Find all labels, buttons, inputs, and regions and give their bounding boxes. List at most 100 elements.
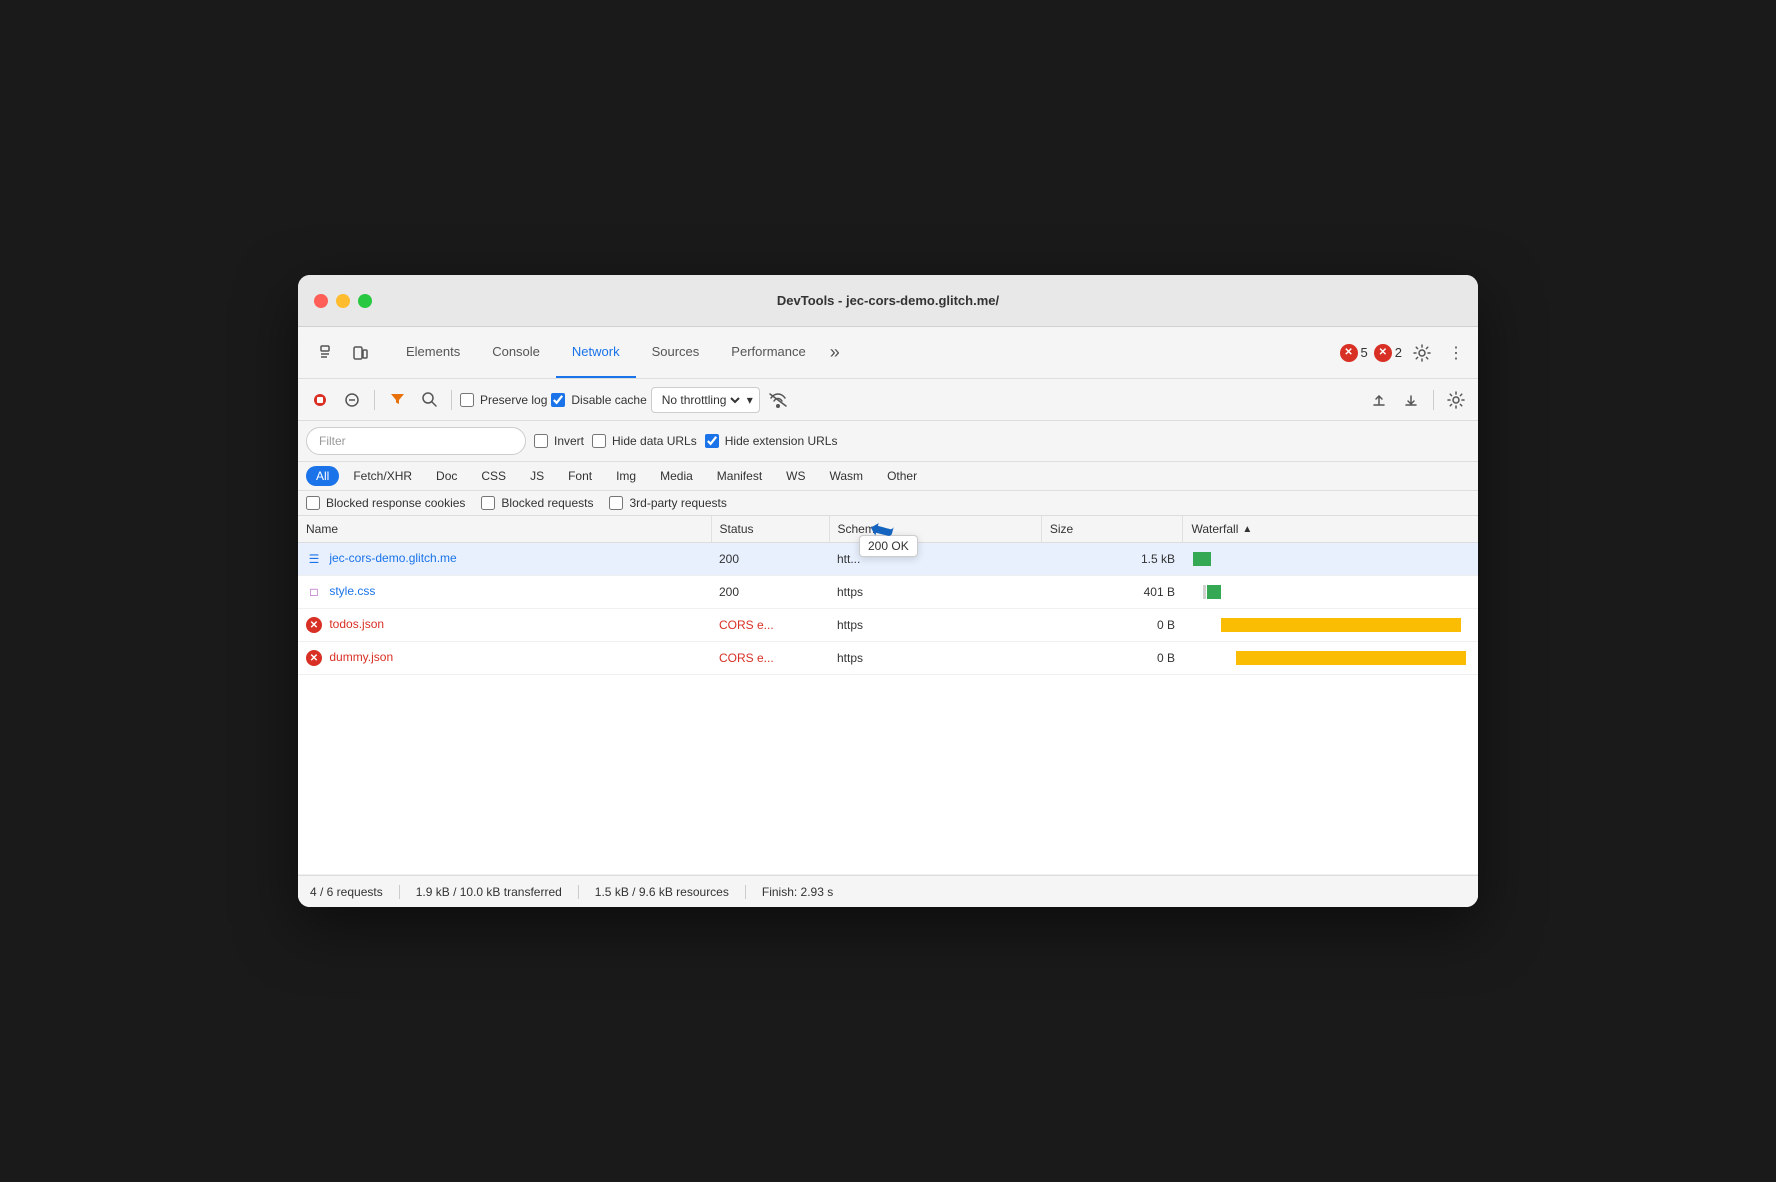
row-2-name[interactable]: □ style.css bbox=[298, 576, 711, 609]
tab-performance[interactable]: Performance bbox=[715, 327, 821, 378]
type-filter-font[interactable]: Font bbox=[558, 466, 602, 486]
clear-button[interactable] bbox=[338, 386, 366, 414]
empty-space bbox=[298, 675, 1478, 875]
wf-bar-yellow-4 bbox=[1236, 651, 1466, 665]
wf-bar-yellow-3 bbox=[1221, 618, 1461, 632]
row-4-name[interactable]: ✕ dummy.json bbox=[298, 642, 711, 675]
hide-extension-urls-label[interactable]: Hide extension URLs bbox=[705, 434, 838, 448]
titlebar: DevTools - jec-cors-demo.glitch.me/ bbox=[298, 275, 1478, 327]
tab-network[interactable]: Network bbox=[556, 327, 636, 378]
settings-toolbar-button[interactable] bbox=[1442, 386, 1470, 414]
throttle-select[interactable]: No throttling Fast 3G Slow 3G ▾ bbox=[651, 387, 760, 413]
type-filter-all[interactable]: All bbox=[306, 466, 339, 486]
fullscreen-button[interactable] bbox=[358, 294, 372, 308]
preserve-log-label[interactable]: Preserve log bbox=[460, 393, 547, 407]
toolbar-divider-2 bbox=[451, 390, 452, 410]
type-filter-js[interactable]: JS bbox=[520, 466, 554, 486]
table-row[interactable]: ☰ jec-cors-demo.glitch.me 200 htt... 200… bbox=[298, 543, 1478, 576]
hide-data-urls-label[interactable]: Hide data URLs bbox=[592, 434, 697, 448]
more-options-button[interactable]: ⋮ bbox=[1442, 339, 1470, 367]
checks-bar: Blocked response cookies Blocked request… bbox=[298, 491, 1478, 516]
row-3-name[interactable]: ✕ todos.json bbox=[298, 609, 711, 642]
row-2-waterfall bbox=[1183, 576, 1478, 609]
invert-label[interactable]: Invert bbox=[534, 434, 584, 448]
type-filter-other[interactable]: Other bbox=[877, 466, 927, 486]
blocked-requests-label[interactable]: Blocked requests bbox=[481, 496, 593, 510]
table-row[interactable]: ✕ todos.json CORS e... https 0 B bbox=[298, 609, 1478, 642]
network-conditions-button[interactable] bbox=[764, 386, 792, 414]
close-button[interactable] bbox=[314, 294, 328, 308]
upload-button[interactable] bbox=[1365, 386, 1393, 414]
row-1-scheme: htt... 200 OK ➥ bbox=[829, 543, 1041, 576]
invert-checkbox[interactable] bbox=[534, 434, 548, 448]
col-header-waterfall[interactable]: Waterfall ▲ bbox=[1183, 516, 1257, 542]
row-4-status: CORS e... bbox=[711, 642, 829, 675]
filter-button[interactable] bbox=[383, 386, 411, 414]
waterfall-bar-1 bbox=[1191, 548, 1470, 570]
device-toolbar-icon[interactable] bbox=[346, 339, 374, 367]
error-count-2: 2 bbox=[1395, 345, 1402, 360]
inspect-element-icon[interactable] bbox=[314, 339, 342, 367]
row-4-size: 0 B bbox=[1041, 642, 1183, 675]
toolbar: Preserve log Disable cache No throttling… bbox=[298, 379, 1478, 421]
tab-sources[interactable]: Sources bbox=[636, 327, 716, 378]
tab-bar-right: ✕ 5 ✕ 2 ⋮ bbox=[1340, 339, 1470, 367]
blocked-cookies-label[interactable]: Blocked response cookies bbox=[306, 496, 465, 510]
error-badge-2: ✕ 2 bbox=[1374, 344, 1402, 362]
status-bar: 4 / 6 requests 1.9 kB / 10.0 kB transfer… bbox=[298, 875, 1478, 907]
col-header-status[interactable]: Status bbox=[711, 516, 829, 543]
toolbar-divider-1 bbox=[374, 390, 375, 410]
error-icon: ✕ bbox=[306, 617, 322, 633]
more-tabs-button[interactable]: » bbox=[822, 327, 848, 378]
type-filter-ws[interactable]: WS bbox=[776, 466, 815, 486]
download-button[interactable] bbox=[1397, 386, 1425, 414]
wf-bar-gray bbox=[1203, 585, 1206, 599]
search-button[interactable] bbox=[415, 386, 443, 414]
waterfall-bar-2 bbox=[1191, 581, 1470, 603]
third-party-label[interactable]: 3rd-party requests bbox=[609, 496, 726, 510]
error-x-icon: ✕ bbox=[1340, 344, 1358, 362]
row-3-status: CORS e... bbox=[711, 609, 829, 642]
third-party-checkbox[interactable] bbox=[609, 496, 623, 510]
filter-input[interactable] bbox=[306, 427, 526, 455]
tab-elements[interactable]: Elements bbox=[390, 327, 476, 378]
network-table-container: Name Status Scheme Size Waterfall bbox=[298, 516, 1478, 875]
disable-cache-checkbox[interactable] bbox=[551, 393, 565, 407]
row-3-scheme: https bbox=[829, 609, 1041, 642]
wf-bar-green bbox=[1193, 552, 1211, 566]
tab-bar: Elements Console Network Sources Perform… bbox=[298, 327, 1478, 379]
col-header-name[interactable]: Name bbox=[298, 516, 711, 543]
wf-bar-green-2 bbox=[1207, 585, 1221, 599]
doc-icon: ☰ bbox=[306, 551, 322, 567]
row-3-size: 0 B bbox=[1041, 609, 1183, 642]
table-row[interactable]: □ style.css 200 https 401 B bbox=[298, 576, 1478, 609]
type-filter-manifest[interactable]: Manifest bbox=[707, 466, 772, 486]
col-header-size[interactable]: Size bbox=[1041, 516, 1183, 543]
chevron-down-icon: ▾ bbox=[747, 393, 753, 407]
preserve-log-checkbox[interactable] bbox=[460, 393, 474, 407]
devtools-window: DevTools - jec-cors-demo.glitch.me/ bbox=[298, 275, 1478, 907]
blocked-requests-checkbox[interactable] bbox=[481, 496, 495, 510]
type-filter-doc[interactable]: Doc bbox=[426, 466, 467, 486]
type-filter-wasm[interactable]: Wasm bbox=[820, 466, 874, 486]
hide-extension-urls-checkbox[interactable] bbox=[705, 434, 719, 448]
type-filter-fetch-xhr[interactable]: Fetch/XHR bbox=[343, 466, 422, 486]
throttle-dropdown[interactable]: No throttling Fast 3G Slow 3G bbox=[658, 392, 743, 408]
row-1-status: 200 bbox=[711, 543, 829, 576]
waterfall-bar-4 bbox=[1191, 647, 1470, 669]
disable-cache-label[interactable]: Disable cache bbox=[551, 393, 646, 407]
type-filter-media[interactable]: Media bbox=[650, 466, 703, 486]
blocked-cookies-checkbox[interactable] bbox=[306, 496, 320, 510]
tab-console[interactable]: Console bbox=[476, 327, 556, 378]
window-title: DevTools - jec-cors-demo.glitch.me/ bbox=[777, 293, 999, 308]
type-filter-css[interactable]: CSS bbox=[471, 466, 516, 486]
traffic-lights bbox=[314, 294, 372, 308]
record-button[interactable] bbox=[306, 386, 334, 414]
settings-button[interactable] bbox=[1408, 339, 1436, 367]
hide-data-urls-checkbox[interactable] bbox=[592, 434, 606, 448]
error-count-1: 5 bbox=[1361, 345, 1368, 360]
minimize-button[interactable] bbox=[336, 294, 350, 308]
type-filter-img[interactable]: Img bbox=[606, 466, 646, 486]
row-1-name[interactable]: ☰ jec-cors-demo.glitch.me bbox=[298, 543, 711, 576]
table-row[interactable]: ✕ dummy.json CORS e... https 0 B bbox=[298, 642, 1478, 675]
